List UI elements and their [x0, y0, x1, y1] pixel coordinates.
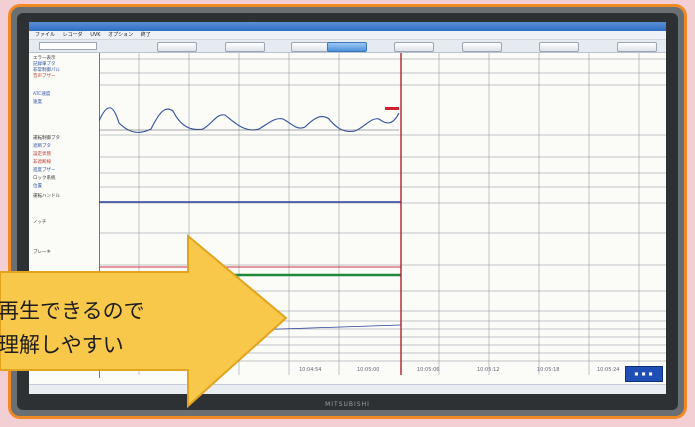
menu-exit[interactable]: 終了 — [141, 32, 151, 38]
time-axis: 10:04:54 10:05:00 10:05:06 10:05:12 10:0… — [299, 367, 619, 373]
toolbar-button-8[interactable] — [617, 42, 657, 52]
menu-uvk[interactable]: UVK — [90, 32, 100, 38]
time-label-5: 10:05:18 — [537, 367, 559, 373]
time-label-3: 10:05:06 — [417, 367, 439, 373]
menu-bar: ファイル レコーダ UVK オプション 終了 — [29, 31, 666, 40]
time-label-1: 10:04:54 — [299, 367, 321, 373]
horizontal-gridlines — [99, 58, 666, 362]
label-progress-buzzer: 進度ブザー — [33, 168, 56, 173]
toolbar-button-1[interactable] — [157, 42, 197, 52]
orange-frame: ファイル レコーダ UVK オプション 終了 エラー表示 記録車ブタ 非常制御パ… — [8, 4, 687, 419]
time-label-6: 10:05:24 — [597, 367, 619, 373]
label-cutoff: 遮断ブタ — [33, 144, 51, 149]
vertical-gridlines — [138, 53, 640, 375]
label-non-cutoff: 非遮断線 — [33, 160, 51, 165]
label-atc-speed: ATC速度 — [33, 92, 51, 97]
lower-trace — [99, 324, 402, 336]
toolbar-button-2[interactable] — [225, 42, 265, 52]
recorder-select[interactable] — [39, 42, 97, 50]
label-drive-control: 運転制御ブタ — [33, 136, 60, 141]
label-position: 位置 — [33, 184, 42, 189]
toolbar-button-3[interactable] — [291, 42, 331, 52]
time-label-2: 10:05:00 — [357, 367, 379, 373]
label-signal: 信号現示 — [33, 278, 51, 283]
window-titlebar — [29, 22, 666, 31]
label-handle: 運転ハンドル — [33, 194, 60, 199]
toolbar-button-4[interactable] — [327, 42, 367, 52]
label-speed: 速度 — [33, 100, 42, 105]
application-screen: ファイル レコーダ UVK オプション 終了 エラー表示 記録車ブタ 非常制御パ… — [29, 22, 666, 394]
label-atc-display: ATC表示 — [33, 302, 51, 307]
status-bar — [29, 384, 666, 394]
time-label-4: 10:05:12 — [477, 367, 499, 373]
toolbar-button-7[interactable] — [539, 42, 579, 52]
monitor-brand-logo: MITSUBISHI — [325, 401, 370, 408]
menu-options[interactable]: オプション — [108, 32, 133, 38]
playback-cursor-marker[interactable] — [385, 107, 399, 110]
label-setting: 設定状態 — [33, 152, 51, 157]
toolbar — [29, 40, 666, 53]
label-buzzer: 音声ブザー — [33, 74, 56, 79]
timeline-plot[interactable]: 10:04:54 10:05:00 10:05:06 10:05:12 10:0… — [99, 53, 666, 378]
label-lock: ロック系統 — [33, 176, 56, 181]
speed-trace — [99, 107, 400, 133]
label-notch: ノッチ — [33, 220, 47, 225]
signal-label-panel: エラー表示 記録車ブタ 非常制御パル 音声ブザー ATC速度 速度 運転制御ブタ… — [29, 53, 100, 378]
label-brake: ブレーキ — [33, 250, 51, 255]
monitor-bezel: ファイル レコーダ UVK オプション 終了 エラー表示 記録車ブタ 非常制御パ… — [17, 13, 678, 410]
overview-minimap[interactable]: ■ ■ ■ — [625, 366, 663, 382]
toolbar-button-5[interactable] — [394, 42, 434, 52]
menu-recorder[interactable]: レコーダ — [63, 32, 83, 38]
menu-file[interactable]: ファイル — [35, 32, 55, 38]
toolbar-button-6[interactable] — [462, 42, 502, 52]
